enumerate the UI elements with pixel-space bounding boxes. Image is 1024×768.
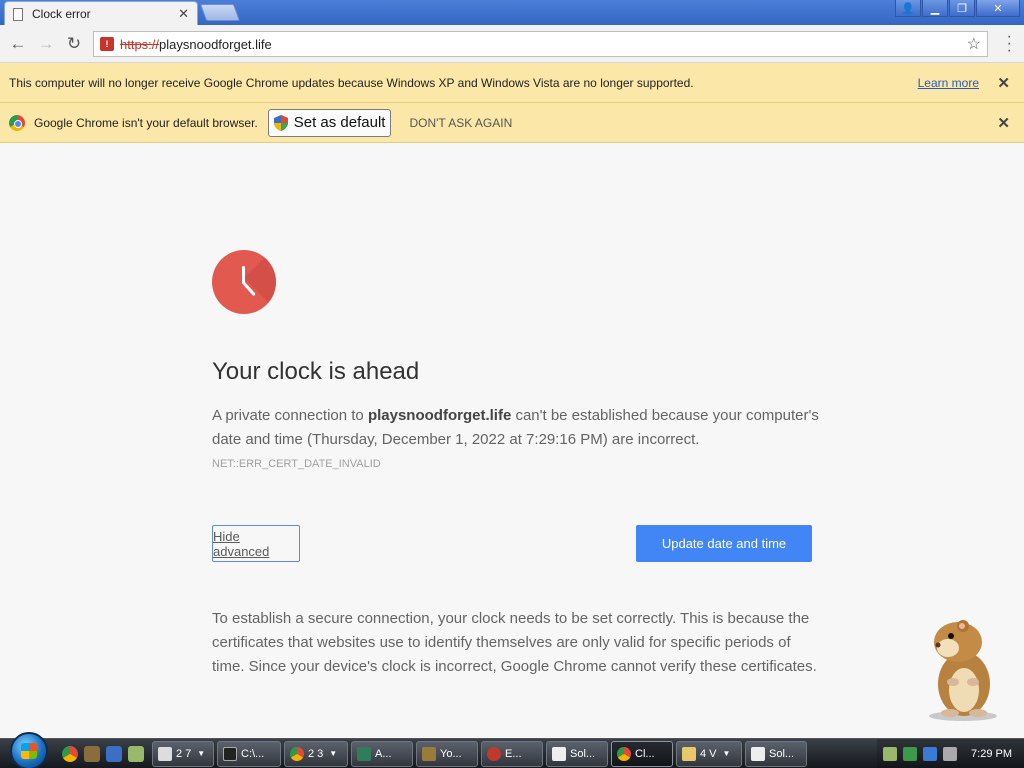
set-as-default-button[interactable]: Set as default bbox=[267, 108, 392, 137]
app-icon bbox=[422, 746, 436, 761]
close-icon[interactable]: ✕ bbox=[997, 114, 1010, 132]
hamster-icon[interactable] bbox=[84, 745, 100, 762]
minimize-button[interactable]: ▁ bbox=[922, 0, 948, 17]
app-icon[interactable] bbox=[128, 745, 144, 762]
dont-ask-again-button[interactable]: DON'T ASK AGAIN bbox=[409, 116, 512, 130]
hide-advanced-button[interactable]: Hide advanced bbox=[212, 525, 300, 562]
tab-close-icon[interactable]: ✕ bbox=[178, 6, 189, 22]
tray-app-icon[interactable] bbox=[903, 747, 918, 761]
page-title: Your clock is ahead bbox=[212, 358, 420, 385]
broken-lock-icon[interactable]: ! bbox=[100, 37, 114, 51]
taskbar-item[interactable]: Sol... bbox=[546, 740, 608, 767]
title-bar: Clock error ✕ 👤 ▁ ❐ ✕ bbox=[0, 0, 1024, 26]
url-scheme: https:// bbox=[120, 36, 160, 52]
tab-clock-error[interactable]: Clock error ✕ bbox=[4, 1, 198, 26]
host-name: playsnoodforget.life bbox=[367, 407, 512, 424]
windows-taskbar: 2 7 ▼ C:\... 2 3 ▼ A... Yo... E... Sol... … bbox=[0, 731, 1024, 768]
show-desktop-icon[interactable] bbox=[106, 745, 122, 762]
taskbar-buttons: 2 7 ▼ C:\... 2 3 ▼ A... Yo... E... Sol... … bbox=[152, 740, 807, 767]
taskbar-item[interactable]: 4 V ▼ bbox=[676, 740, 742, 767]
restore-button[interactable]: ❐ bbox=[949, 0, 975, 17]
error-description: A private connection to playsnoodforget.… bbox=[212, 407, 819, 448]
reload-icon[interactable]: ↻ bbox=[60, 30, 88, 58]
taskbar-item[interactable]: Yo... bbox=[416, 740, 478, 767]
taskbar-item[interactable]: 2 7 ▼ bbox=[152, 740, 214, 767]
volume-muted-icon[interactable] bbox=[943, 747, 958, 761]
taskbar-item[interactable]: 2 3 ▼ bbox=[284, 740, 348, 767]
taskbar-item[interactable]: Sol... bbox=[745, 740, 807, 767]
interstitial-content: Your clock is ahead A private connection… bbox=[212, 250, 822, 675]
clock-icon bbox=[212, 250, 276, 314]
infobar-message: Google Chrome isn't your default browser… bbox=[34, 115, 258, 130]
cmd-icon bbox=[223, 746, 237, 761]
chrome-icon bbox=[290, 746, 304, 761]
forward-arrow-icon[interactable]: → bbox=[32, 30, 60, 58]
update-date-time-button[interactable]: Update date and time bbox=[636, 525, 812, 562]
window-group-icon bbox=[158, 746, 172, 761]
solitaire-icon bbox=[751, 746, 765, 761]
set-as-default-label: Set as default bbox=[293, 114, 386, 131]
quick-launch bbox=[62, 745, 144, 762]
hamster-desktop-pet[interactable] bbox=[918, 612, 1008, 722]
taskbar-clock[interactable]: 7:29 PM bbox=[971, 748, 1012, 760]
folder-icon bbox=[682, 746, 696, 761]
taskbar-item[interactable]: A... bbox=[351, 740, 413, 767]
taskbar-item-active[interactable]: Cl... bbox=[611, 740, 673, 767]
error-code[interactable]: NET::ERR_CERT_DATE_INVALID bbox=[212, 458, 822, 470]
advanced-details-text: To establish a secure connection, your c… bbox=[212, 610, 817, 675]
chrome-icon bbox=[617, 746, 631, 761]
shield-icon bbox=[273, 114, 288, 131]
close-icon[interactable]: ✕ bbox=[997, 74, 1010, 92]
new-tab-button[interactable] bbox=[199, 4, 241, 21]
default-browser-infobar: Google Chrome isn't your default browser… bbox=[0, 103, 1024, 143]
tab-title: Clock error bbox=[32, 7, 91, 21]
chrome-icon bbox=[9, 114, 25, 131]
learn-more-link[interactable]: Learn more bbox=[918, 76, 979, 90]
system-tray: 7:29 PM bbox=[877, 739, 1024, 768]
user-icon[interactable]: 👤 bbox=[895, 0, 921, 17]
unsupported-os-infobar: This computer will no longer receive Goo… bbox=[0, 63, 1024, 103]
page-icon bbox=[13, 7, 23, 21]
url-host: playsnoodforget.life bbox=[159, 36, 272, 52]
browser-toolbar: ← → ↻ ! https:// playsnoodforget.life ☆ … bbox=[0, 25, 1024, 63]
app-icon bbox=[357, 746, 371, 761]
chrome-icon[interactable] bbox=[62, 745, 78, 762]
infobar-message: This computer will no longer receive Goo… bbox=[9, 75, 694, 90]
window-controls: 👤 ▁ ❐ ✕ bbox=[895, 0, 1020, 17]
chrome-menu-icon[interactable]: · · · bbox=[1007, 29, 1012, 59]
app-icon bbox=[487, 746, 501, 761]
solitaire-icon bbox=[552, 746, 566, 761]
address-bar[interactable]: ! https:// playsnoodforget.life ☆ bbox=[93, 31, 988, 57]
close-window-button[interactable]: ✕ bbox=[976, 0, 1020, 17]
back-arrow-icon[interactable]: ← bbox=[4, 30, 32, 58]
taskbar-item[interactable]: C:\... bbox=[217, 740, 281, 767]
start-button[interactable] bbox=[10, 731, 48, 768]
taskbar-item[interactable]: E... bbox=[481, 740, 543, 767]
bookmark-star-icon[interactable]: ☆ bbox=[967, 34, 981, 54]
network-icon[interactable] bbox=[923, 747, 938, 761]
tray-app-icon[interactable] bbox=[883, 747, 898, 761]
